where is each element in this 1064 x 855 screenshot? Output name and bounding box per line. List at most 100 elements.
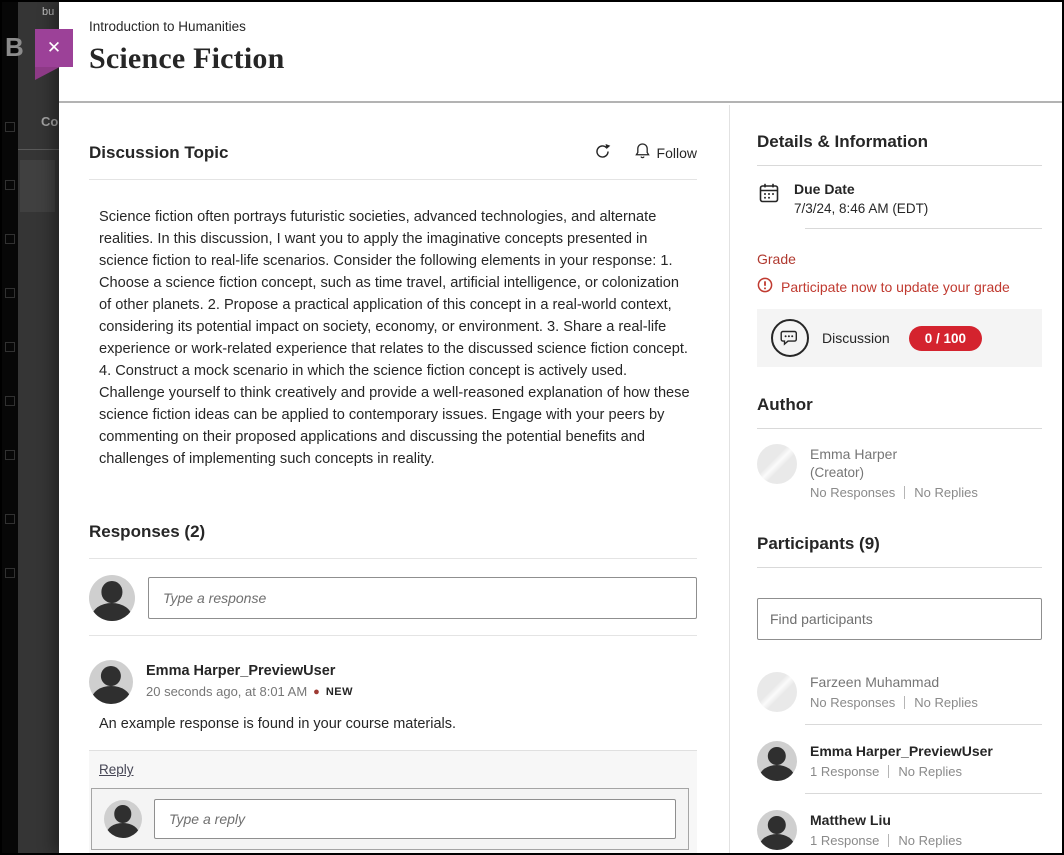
due-date-value: 7/3/24, 8:46 AM (EDT) — [794, 201, 928, 216]
participant-stats: 1 Response No Replies — [810, 764, 993, 779]
participant-responses: No Responses — [810, 695, 895, 710]
participant-replies: No Replies — [914, 695, 978, 710]
nav-icon — [5, 234, 15, 244]
participant-info: Emma Harper_PreviewUser 1 Response No Re… — [810, 741, 993, 781]
divider — [89, 558, 697, 559]
author-info: Emma Harper (Creator) No Responses No Re… — [810, 444, 978, 500]
page-backdrop: bu B Co — [2, 2, 59, 853]
grade-warning-text: Participate now to update your grade — [781, 279, 1010, 295]
topic-header-row: Discussion Topic Follow — [89, 142, 697, 163]
divider — [757, 165, 1042, 166]
discussion-panel: Introduction to Humanities Science Ficti… — [59, 2, 1062, 853]
reply-area: Reply — [89, 750, 697, 855]
participant-info: Farzeen Muhammad No Responses No Replies — [810, 672, 978, 712]
stat-separator — [888, 834, 889, 847]
current-user-avatar — [104, 800, 142, 838]
current-user-avatar — [89, 575, 135, 621]
follow-button[interactable]: Follow — [635, 142, 697, 163]
response-input[interactable] — [148, 577, 697, 619]
participant-avatar — [757, 672, 797, 712]
response-meta-block: Emma Harper_PreviewUser 20 seconds ago, … — [146, 660, 353, 704]
details-sidebar: Details & Information Due Date 7/3/24, 8… — [757, 132, 1042, 850]
response-composer — [89, 575, 697, 621]
reply-composer — [91, 788, 689, 850]
grade-warning-row: Participate now to update your grade — [757, 277, 1042, 296]
reply-input[interactable] — [154, 799, 676, 839]
grade-score-pill: 0 / 100 — [909, 326, 982, 351]
grade-label: Grade — [757, 251, 1042, 267]
find-participants-input[interactable] — [757, 598, 1042, 640]
participant-name: Emma Harper_PreviewUser — [810, 743, 993, 759]
details-heading: Details & Information — [757, 132, 1042, 152]
participant-replies: No Replies — [898, 764, 962, 779]
backdrop-divider — [18, 149, 59, 150]
nav-icon — [5, 396, 15, 406]
backdrop-text-fragment: bu — [42, 6, 54, 18]
nav-icon — [5, 450, 15, 460]
divider — [805, 228, 1042, 229]
participant-avatar — [757, 741, 797, 781]
author-heading: Author — [757, 395, 1042, 415]
divider — [89, 635, 697, 636]
close-button[interactable]: ✕ — [35, 29, 73, 67]
responses-heading: Responses (2) — [89, 522, 697, 542]
discussion-icon — [771, 319, 809, 357]
new-badge-dot: ● — [313, 686, 320, 698]
participant-avatar — [757, 810, 797, 850]
divider — [757, 567, 1042, 568]
response-header: Emma Harper_PreviewUser 20 seconds ago, … — [89, 660, 697, 704]
author-row: Emma Harper (Creator) No Responses No Re… — [757, 444, 1042, 500]
nav-icon — [5, 180, 15, 190]
author-role: (Creator) — [810, 465, 978, 480]
nav-icon — [5, 568, 15, 578]
response-author-name: Emma Harper_PreviewUser — [146, 663, 353, 679]
author-avatar — [757, 444, 797, 484]
grade-box: Discussion 0 / 100 — [757, 309, 1042, 367]
participant-replies: No Replies — [898, 833, 962, 848]
divider — [805, 793, 1042, 794]
page-title: Science Fiction — [89, 42, 1062, 76]
participant-responses: 1 Response — [810, 833, 879, 848]
main-column: Discussion Topic Follow — [89, 142, 697, 855]
divider — [805, 724, 1042, 725]
column-divider — [729, 105, 730, 853]
screen: bu B Co ✕ Introduction to Humanities Sci… — [0, 0, 1064, 855]
nav-icon — [5, 122, 15, 132]
participant-name: Matthew Liu — [810, 812, 962, 828]
refresh-icon — [594, 143, 611, 163]
topic-body: Science fiction often portrays futuristi… — [99, 206, 695, 470]
reply-link[interactable]: Reply — [99, 762, 134, 777]
author-replies: No Replies — [914, 485, 978, 500]
divider — [89, 179, 697, 180]
due-date-row: Due Date 7/3/24, 8:46 AM (EDT) — [757, 181, 1042, 216]
due-date-block: Due Date 7/3/24, 8:46 AM (EDT) — [794, 181, 928, 216]
participant-row: Matthew Liu 1 Response No Replies — [757, 810, 1042, 850]
due-date-label: Due Date — [794, 181, 928, 197]
participant-row: Emma Harper_PreviewUser 1 Response No Re… — [757, 741, 1042, 781]
response-item: Emma Harper_PreviewUser 20 seconds ago, … — [89, 660, 697, 732]
new-badge: NEW — [326, 686, 353, 698]
response-timestamp: 20 seconds ago, at 8:01 AM — [146, 684, 307, 699]
author-name: Emma Harper — [810, 446, 978, 462]
backdrop-nav-fragment: Co — [41, 114, 58, 129]
backdrop-tile — [20, 160, 55, 212]
panel-header: Introduction to Humanities Science Ficti… — [59, 2, 1062, 103]
participant-responses: 1 Response — [810, 764, 879, 779]
participant-stats: No Responses No Replies — [810, 695, 978, 710]
close-icon: ✕ — [47, 38, 61, 57]
stat-separator — [888, 765, 889, 778]
grade-item-label: Discussion — [822, 330, 890, 346]
response-body: An example response is found in your cou… — [99, 716, 697, 732]
divider — [757, 428, 1042, 429]
participant-row: Farzeen Muhammad No Responses No Replies — [757, 672, 1042, 712]
refresh-button[interactable] — [594, 143, 611, 163]
follow-label: Follow — [657, 145, 697, 161]
stat-separator — [904, 486, 905, 499]
nav-strip — [2, 2, 18, 853]
course-name: Introduction to Humanities — [89, 19, 1062, 34]
author-responses: No Responses — [810, 485, 895, 500]
participant-info: Matthew Liu 1 Response No Replies — [810, 810, 962, 850]
participant-stats: 1 Response No Replies — [810, 833, 962, 848]
response-timestamp-row: 20 seconds ago, at 8:01 AM ● NEW — [146, 684, 353, 699]
calendar-icon — [757, 181, 781, 216]
